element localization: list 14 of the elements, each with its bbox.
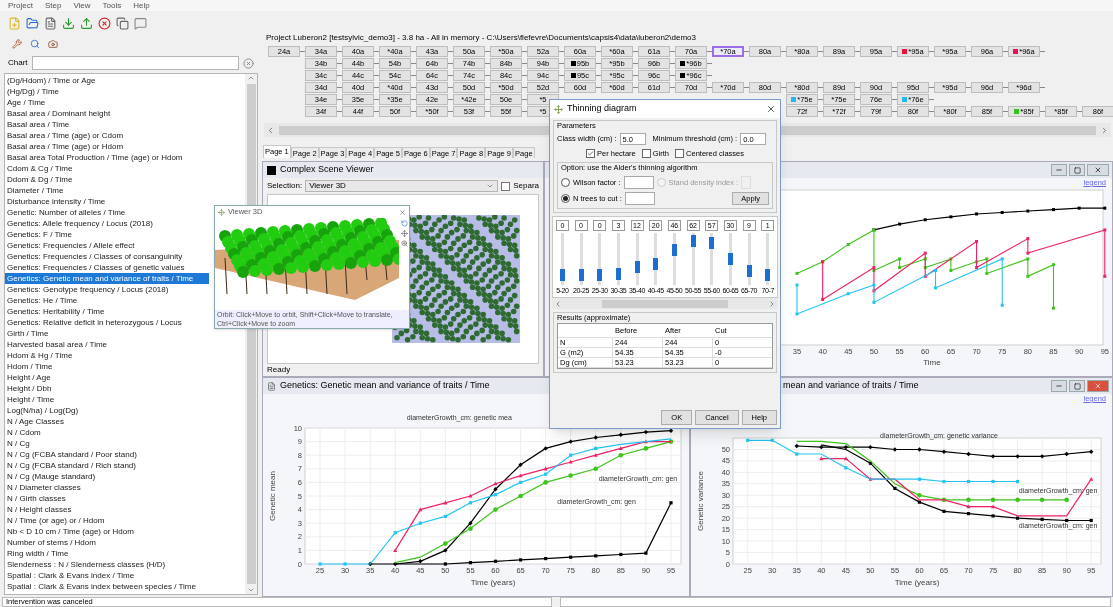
dialog-title: Thinning diagram [567, 102, 637, 116]
chart-label: Chart [8, 57, 28, 69]
y-axis-title: Genetic mean [268, 471, 277, 521]
x-axis-title: Time (years) [470, 578, 516, 587]
selection-label: Selection: [267, 180, 303, 192]
x-axis-title: Time (years) [894, 578, 940, 587]
project-title: Project Luberon2 [testsylvic_demo3] - 3.8 ha - All in memory - C:\Users\flefevre\Documents\capsis4\data\luberon2\demo3 [265, 32, 697, 44]
status-text: Ready [266, 364, 292, 376]
x-axis-title: Time [923, 358, 941, 366]
y-axis-title: Genetic variance [696, 471, 705, 531]
window-title: Genetics: Genetic mean and variance of traits / Time [280, 379, 490, 393]
window-title: mean and variance of traits / Time [783, 379, 919, 393]
window-title: Complex Scene Viewer [280, 163, 374, 177]
separate-label: Separa [513, 180, 539, 192]
